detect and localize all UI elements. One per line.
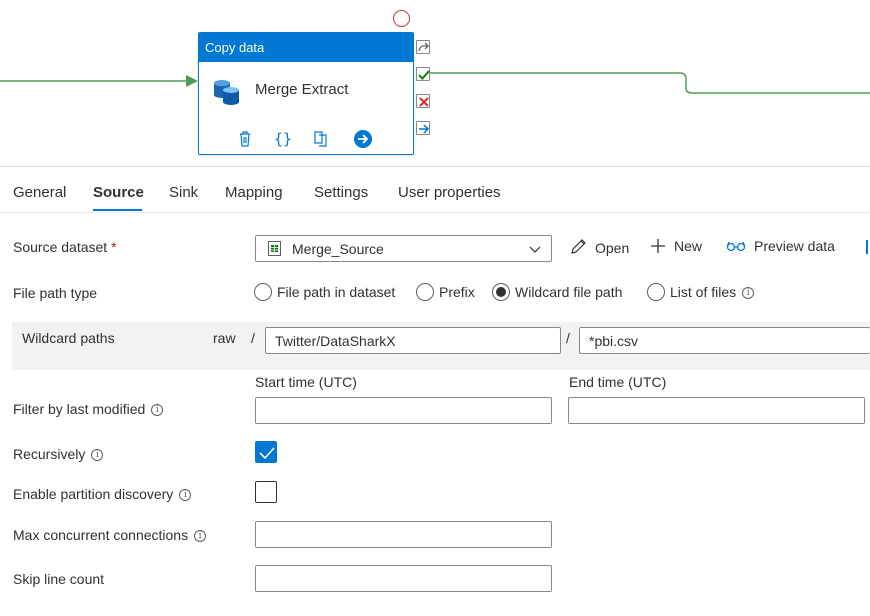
- wildcard-paths-label: Wildcard paths: [22, 330, 115, 346]
- success-output-icon[interactable]: [416, 67, 430, 81]
- source-dataset-dropdown[interactable]: Merge_Source: [255, 235, 552, 262]
- activity-name: Merge Extract: [255, 81, 348, 98]
- path-separator: /: [251, 330, 255, 346]
- radio-circle-selected: [492, 283, 510, 301]
- info-icon[interactable]: i: [742, 287, 754, 299]
- tab-user-properties[interactable]: User properties: [398, 184, 501, 201]
- file-path-type-label: File path type: [13, 285, 97, 301]
- radio-label: Prefix: [439, 284, 475, 300]
- tab-sink[interactable]: Sink: [169, 184, 198, 201]
- path-separator: /: [566, 330, 570, 346]
- max-concurrent-connections-label: Max concurrent connections i: [13, 527, 206, 543]
- dataset-icon: [268, 241, 281, 256]
- tab-general[interactable]: General: [13, 184, 66, 201]
- radio-label: List of files: [670, 284, 736, 300]
- filter-by-last-modified-label: Filter by last modified i: [13, 401, 163, 417]
- activity-type-label: Copy data: [199, 33, 413, 62]
- source-dataset-value: Merge_Source: [292, 241, 384, 257]
- radio-circle: [647, 283, 665, 301]
- tab-source[interactable]: Source: [93, 184, 144, 201]
- plus-icon: [650, 238, 666, 254]
- end-time-input[interactable]: [568, 397, 865, 424]
- skip-line-count-label: Skip line count: [13, 571, 104, 587]
- radio-list-of-files[interactable]: List of files i: [647, 283, 754, 301]
- info-icon[interactable]: i: [151, 404, 163, 416]
- recursively-checkbox[interactable]: [255, 441, 277, 463]
- tab-mapping[interactable]: Mapping: [225, 184, 283, 201]
- open-label: Open: [595, 240, 629, 256]
- pipeline-connectors: [0, 0, 870, 166]
- database-copy-icon: [211, 75, 243, 107]
- radio-label: File path in dataset: [277, 284, 395, 300]
- skip-redo-icon[interactable]: [416, 40, 430, 54]
- glasses-icon: [726, 238, 746, 254]
- radio-circle: [416, 283, 434, 301]
- info-icon[interactable]: i: [179, 489, 191, 501]
- copy-data-activity[interactable]: Copy data Merge Extract {}: [198, 32, 414, 155]
- radio-file-path-in-dataset[interactable]: File path in dataset: [254, 283, 395, 301]
- delete-icon[interactable]: [235, 129, 255, 149]
- partition-discovery-checkbox[interactable]: [255, 481, 277, 503]
- info-icon[interactable]: i: [194, 530, 206, 542]
- code-icon[interactable]: {}: [273, 129, 293, 149]
- tabs-divider: [0, 212, 870, 213]
- wildcard-folder-path-input[interactable]: Twitter/DataSharkX: [265, 327, 561, 354]
- wildcard-file-name-input[interactable]: *pbi.csv: [579, 327, 870, 354]
- start-time-label: Start time (UTC): [255, 374, 357, 390]
- completion-output-icon[interactable]: [416, 121, 430, 135]
- chevron-down-icon: [529, 243, 541, 255]
- info-icon[interactable]: i: [91, 449, 103, 461]
- radio-prefix[interactable]: Prefix: [416, 283, 475, 301]
- open-dataset-button[interactable]: Open: [569, 238, 629, 256]
- breakpoint-circle-icon[interactable]: [393, 10, 410, 27]
- tab-settings[interactable]: Settings: [314, 184, 368, 201]
- required-asterisk: *: [111, 239, 116, 255]
- max-concurrent-connections-input[interactable]: [255, 521, 552, 548]
- preview-data-label: Preview data: [754, 238, 835, 254]
- active-tab-indicator: [93, 209, 142, 211]
- failure-output-icon[interactable]: [416, 94, 430, 108]
- filter-label-text: Filter by last modified: [13, 401, 145, 417]
- copy-icon[interactable]: [311, 129, 331, 149]
- pipeline-canvas[interactable]: Copy data Merge Extract {}: [0, 0, 870, 166]
- recursively-label-text: Recursively: [13, 446, 85, 462]
- source-dataset-label-text: Source dataset: [13, 239, 107, 255]
- radio-wildcard-file-path[interactable]: Wildcard file path: [492, 283, 622, 301]
- partition-discovery-label-text: Enable partition discovery: [13, 486, 173, 502]
- radio-circle: [254, 283, 272, 301]
- navigate-arrow-icon[interactable]: [353, 129, 373, 149]
- recursively-label: Recursively i: [13, 446, 103, 462]
- preview-data-button[interactable]: Preview data: [726, 238, 835, 254]
- source-dataset-label: Source dataset *: [13, 239, 117, 255]
- new-label: New: [674, 238, 702, 254]
- svg-text:{}: {}: [274, 130, 292, 148]
- new-dataset-button[interactable]: New: [650, 238, 702, 254]
- start-time-input[interactable]: [255, 397, 552, 424]
- canvas-divider: [0, 166, 870, 167]
- checkmark-icon: [256, 442, 278, 464]
- pencil-icon: [569, 238, 587, 256]
- partition-discovery-label: Enable partition discovery i: [13, 486, 191, 502]
- skip-line-count-input[interactable]: [255, 565, 552, 592]
- radio-label: Wildcard file path: [515, 284, 622, 300]
- container-name: raw: [213, 330, 236, 346]
- max-concurrent-label-text: Max concurrent connections: [13, 527, 188, 543]
- end-time-label: End time (UTC): [569, 374, 666, 390]
- overflow-command-edge: [866, 240, 868, 254]
